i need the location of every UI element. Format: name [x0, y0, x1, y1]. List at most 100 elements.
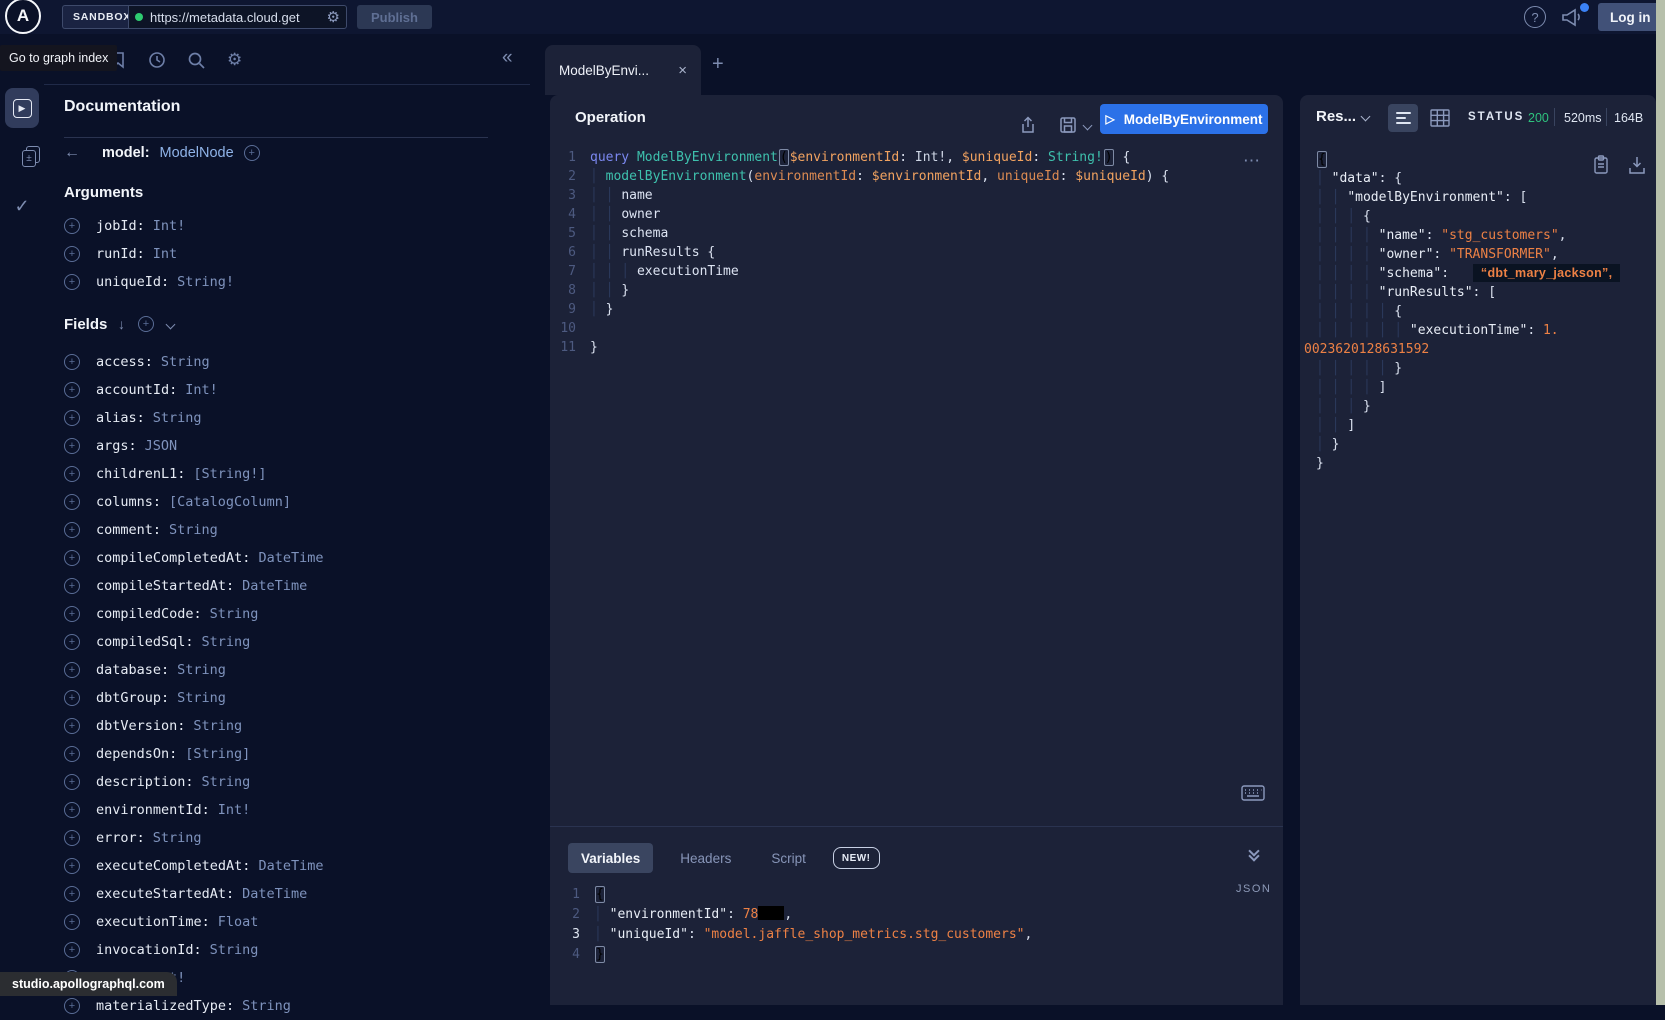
add-all-fields-icon[interactable]: +: [138, 316, 154, 332]
doc-field-row[interactable]: +dependsOn:[String]: [64, 740, 504, 768]
operation-tab[interactable]: ModelByEnvi... ×: [545, 45, 701, 95]
explorer-nav-icon[interactable]: ▶: [5, 88, 39, 128]
endpoint-settings-icon[interactable]: ⚙: [327, 10, 340, 25]
history-icon[interactable]: [147, 50, 167, 70]
doc-field-row[interactable]: +dbtVersion:String: [64, 712, 504, 740]
response-menu-chevron-icon[interactable]: [1361, 112, 1371, 122]
code-line[interactable]: 5│ │ schema: [556, 224, 1169, 243]
help-icon[interactable]: ?: [1524, 6, 1546, 28]
field-type[interactable]: String: [161, 354, 210, 370]
field-type[interactable]: String: [177, 662, 226, 678]
add-field-to-query-icon[interactable]: +: [64, 494, 80, 510]
add-field-to-query-icon[interactable]: +: [64, 578, 80, 594]
sort-fields-icon[interactable]: ↓: [118, 316, 125, 332]
doc-field-row[interactable]: +alias:String: [64, 404, 504, 432]
add-field-to-query-icon[interactable]: +: [64, 802, 80, 818]
doc-field-row[interactable]: +environmentId:Int!: [64, 796, 504, 824]
doc-field-row[interactable]: +args:JSON: [64, 432, 504, 460]
collapse-variables-icon[interactable]: [1250, 847, 1258, 857]
add-field-to-query-icon[interactable]: +: [64, 274, 80, 290]
field-type[interactable]: String: [177, 690, 226, 706]
add-type-icon[interactable]: +: [244, 145, 260, 161]
code-line[interactable]: 3│ │ name: [556, 186, 1169, 205]
code-line[interactable]: 11}: [556, 338, 1169, 357]
code-line[interactable]: 4}: [560, 945, 1032, 965]
field-type[interactable]: Int!: [153, 218, 186, 234]
add-field-to-query-icon[interactable]: +: [64, 998, 80, 1014]
operation-editor[interactable]: 1query ModelByEnvironment($environmentId…: [556, 148, 1169, 357]
field-type[interactable]: String!: [177, 274, 234, 290]
doc-field-row[interactable]: +compiledCode:String: [64, 600, 504, 628]
add-field-to-query-icon[interactable]: +: [64, 218, 80, 234]
back-arrow-icon[interactable]: ←: [64, 144, 80, 162]
field-type[interactable]: String: [169, 522, 218, 538]
doc-field-row[interactable]: +childrenL1:[String!]: [64, 460, 504, 488]
field-type[interactable]: Float: [218, 914, 259, 930]
doc-field-row[interactable]: +executeCompletedAt:DateTime: [64, 852, 504, 880]
search-icon[interactable]: [186, 50, 206, 70]
doc-field-row[interactable]: +comment:String: [64, 516, 504, 544]
add-field-to-query-icon[interactable]: +: [64, 886, 80, 902]
endpoint-url-input[interactable]: https://metadata.cloud.get ⚙: [128, 5, 347, 29]
code-line[interactable]: 9│ }: [556, 300, 1169, 319]
code-line[interactable]: 7│ │ │ executionTime: [556, 262, 1169, 281]
code-line[interactable]: 8│ │ }: [556, 281, 1169, 300]
field-type[interactable]: DateTime: [258, 858, 323, 874]
doc-field-row[interactable]: +dbtGroup:String: [64, 684, 504, 712]
code-line[interactable]: 1{: [560, 885, 1032, 905]
add-field-to-query-icon[interactable]: +: [64, 466, 80, 482]
editor-menu-icon[interactable]: ⋯: [1243, 151, 1261, 171]
doc-field-row[interactable]: +access:String: [64, 348, 504, 376]
share-operation-icon[interactable]: [1018, 115, 1038, 135]
field-type[interactable]: String: [210, 606, 259, 622]
field-type[interactable]: String: [242, 998, 291, 1014]
doc-field-row[interactable]: +compileCompletedAt:DateTime: [64, 544, 504, 572]
add-field-to-query-icon[interactable]: +: [64, 858, 80, 874]
tab-headers[interactable]: Headers: [667, 843, 744, 873]
code-line[interactable]: 10: [556, 319, 1169, 338]
add-field-to-query-icon[interactable]: +: [64, 774, 80, 790]
field-type[interactable]: DateTime: [242, 578, 307, 594]
add-field-to-query-icon[interactable]: +: [64, 718, 80, 734]
add-field-to-query-icon[interactable]: +: [64, 914, 80, 930]
field-type[interactable]: String: [153, 410, 202, 426]
field-type[interactable]: Int!: [185, 382, 218, 398]
doc-field-row[interactable]: +jobId:Int!: [64, 212, 504, 240]
field-type[interactable]: String: [193, 718, 242, 734]
field-type[interactable]: [CatalogColumn]: [169, 494, 291, 510]
code-line[interactable]: 4│ │ owner: [556, 205, 1169, 224]
tab-variables[interactable]: Variables: [568, 843, 653, 873]
add-field-to-query-icon[interactable]: +: [64, 246, 80, 262]
doc-field-row[interactable]: +accountId:Int!: [64, 376, 504, 404]
field-type[interactable]: DateTime: [242, 886, 307, 902]
doc-field-row[interactable]: +database:String: [64, 656, 504, 684]
login-button[interactable]: Log in: [1598, 3, 1663, 31]
add-field-to-query-icon[interactable]: +: [64, 942, 80, 958]
code-line[interactable]: 1query ModelByEnvironment($environmentId…: [556, 148, 1169, 167]
add-field-to-query-icon[interactable]: +: [64, 662, 80, 678]
add-field-to-query-icon[interactable]: +: [64, 746, 80, 762]
code-line[interactable]: 2│ modelByEnvironment(environmentId: $en…: [556, 167, 1169, 186]
add-field-to-query-icon[interactable]: +: [64, 438, 80, 454]
collapse-sidebar-icon[interactable]: «: [502, 47, 513, 69]
list-view-icon[interactable]: [1388, 104, 1418, 132]
settings-gear-icon[interactable]: ⚙: [227, 50, 247, 70]
field-type[interactable]: [String!]: [193, 466, 266, 482]
field-type[interactable]: String: [153, 830, 202, 846]
code-line[interactable]: 6│ │ runResults {: [556, 243, 1169, 262]
add-field-to-query-icon[interactable]: +: [64, 550, 80, 566]
field-type[interactable]: DateTime: [258, 550, 323, 566]
variables-editor[interactable]: 1{2│ "environmentId": 78,3│ "uniqueId": …: [560, 885, 1032, 965]
add-field-to-query-icon[interactable]: +: [64, 522, 80, 538]
chevron-down-icon[interactable]: [166, 319, 176, 329]
add-field-to-query-icon[interactable]: +: [64, 410, 80, 426]
field-type[interactable]: Int: [153, 246, 177, 262]
add-field-to-query-icon[interactable]: +: [64, 354, 80, 370]
code-line[interactable]: 2│ "environmentId": 78,: [560, 905, 1032, 925]
field-type[interactable]: Int!: [218, 802, 251, 818]
add-field-to-query-icon[interactable]: +: [64, 606, 80, 622]
doc-field-row[interactable]: +description:String: [64, 768, 504, 796]
close-tab-icon[interactable]: ×: [678, 62, 687, 79]
doc-field-row[interactable]: +compileStartedAt:DateTime: [64, 572, 504, 600]
add-field-to-query-icon[interactable]: +: [64, 690, 80, 706]
